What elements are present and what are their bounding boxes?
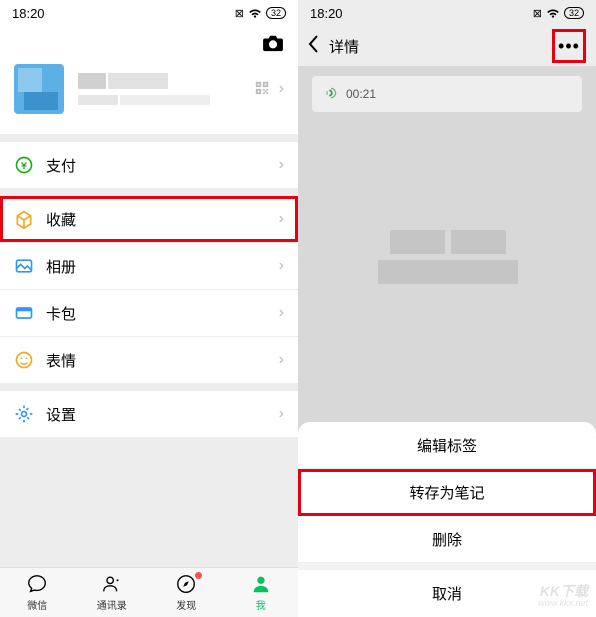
tab-label: 通讯录 xyxy=(97,597,127,612)
alarm-icon: ⊠ xyxy=(533,7,542,20)
audio-message[interactable]: 00:21 xyxy=(312,76,582,112)
contacts-icon xyxy=(101,573,123,595)
badge-dot xyxy=(195,572,202,579)
menu-label: 相册 xyxy=(46,256,76,277)
tab-me[interactable]: 我 xyxy=(224,568,299,617)
qrcode-icon[interactable] xyxy=(255,81,269,98)
tab-contacts[interactable]: 通讯录 xyxy=(75,568,150,617)
discover-icon xyxy=(175,573,197,595)
more-icon: ••• xyxy=(558,36,580,57)
battery-indicator: 32 xyxy=(564,7,584,19)
tab-label: 发现 xyxy=(176,597,196,612)
redacted-content xyxy=(368,230,528,300)
chevron-right-icon: › xyxy=(279,405,284,423)
menu-favorites[interactable]: 收藏 › xyxy=(0,196,298,242)
page-title: 详情 xyxy=(329,36,542,57)
wifi-icon xyxy=(546,6,560,20)
tab-label: 微信 xyxy=(27,597,47,612)
tab-bar: 微信 通讯录 发现 我 xyxy=(0,567,298,617)
menu-settings[interactable]: 设置 › xyxy=(0,391,298,437)
alarm-icon: ⊠ xyxy=(235,7,244,20)
detail-header: 详情 ••• xyxy=(298,26,596,66)
menu-label: 表情 xyxy=(46,350,76,371)
menu-label: 卡包 xyxy=(46,303,76,324)
menu-label: 支付 xyxy=(46,155,76,176)
status-icons: ⊠ 32 xyxy=(533,6,584,20)
menu-label: 设置 xyxy=(46,404,76,425)
chevron-right-icon: › xyxy=(279,351,284,369)
action-label: 转存为笔记 xyxy=(409,482,484,503)
action-label: 编辑标签 xyxy=(417,435,477,456)
favorites-icon xyxy=(14,209,34,229)
back-button[interactable] xyxy=(308,35,319,58)
avatar xyxy=(14,64,64,114)
battery-indicator: 32 xyxy=(266,7,286,19)
tab-label: 我 xyxy=(256,597,266,612)
album-icon xyxy=(14,256,34,276)
sticker-icon xyxy=(14,350,34,370)
status-bar: 18:20 ⊠ 32 xyxy=(0,0,298,26)
chevron-right-icon: › xyxy=(279,210,284,228)
status-time: 18:20 xyxy=(12,6,45,21)
profile-section[interactable]: › xyxy=(0,56,298,134)
menu-pay[interactable]: 支付 › xyxy=(0,142,298,188)
pay-icon xyxy=(14,155,34,175)
status-time: 18:20 xyxy=(310,6,343,21)
card-icon xyxy=(14,303,34,323)
action-save-note[interactable]: 转存为笔记 xyxy=(298,469,596,516)
chevron-right-icon: › xyxy=(279,304,284,322)
sound-icon xyxy=(324,86,338,103)
chevron-right-icon: › xyxy=(279,257,284,275)
menu-card[interactable]: 卡包 › xyxy=(0,290,298,336)
action-label: 取消 xyxy=(432,583,462,604)
menu-label: 收藏 xyxy=(46,209,76,230)
profile-info xyxy=(78,73,241,105)
watermark: KK下载 www.kkx.net xyxy=(538,584,588,609)
more-button[interactable]: ••• xyxy=(552,29,586,63)
chevron-right-icon: › xyxy=(279,156,284,174)
menu-album[interactable]: 相册 › xyxy=(0,243,298,289)
chevron-right-icon: › xyxy=(279,80,284,98)
status-icons: ⊠ 32 xyxy=(235,6,286,20)
tab-discover[interactable]: 发现 xyxy=(149,568,224,617)
action-edit-tag[interactable]: 编辑标签 xyxy=(298,422,596,469)
action-label: 删除 xyxy=(432,529,462,550)
tab-wechat[interactable]: 微信 xyxy=(0,568,75,617)
wifi-icon xyxy=(248,6,262,20)
header xyxy=(0,26,298,56)
settings-icon xyxy=(14,404,34,424)
action-delete[interactable]: 删除 xyxy=(298,516,596,563)
chat-icon xyxy=(26,573,48,595)
me-icon xyxy=(250,573,272,595)
status-bar: 18:20 ⊠ 32 xyxy=(298,0,596,26)
audio-duration: 00:21 xyxy=(346,87,376,101)
menu-sticker[interactable]: 表情 › xyxy=(0,337,298,383)
camera-icon[interactable] xyxy=(262,34,284,52)
